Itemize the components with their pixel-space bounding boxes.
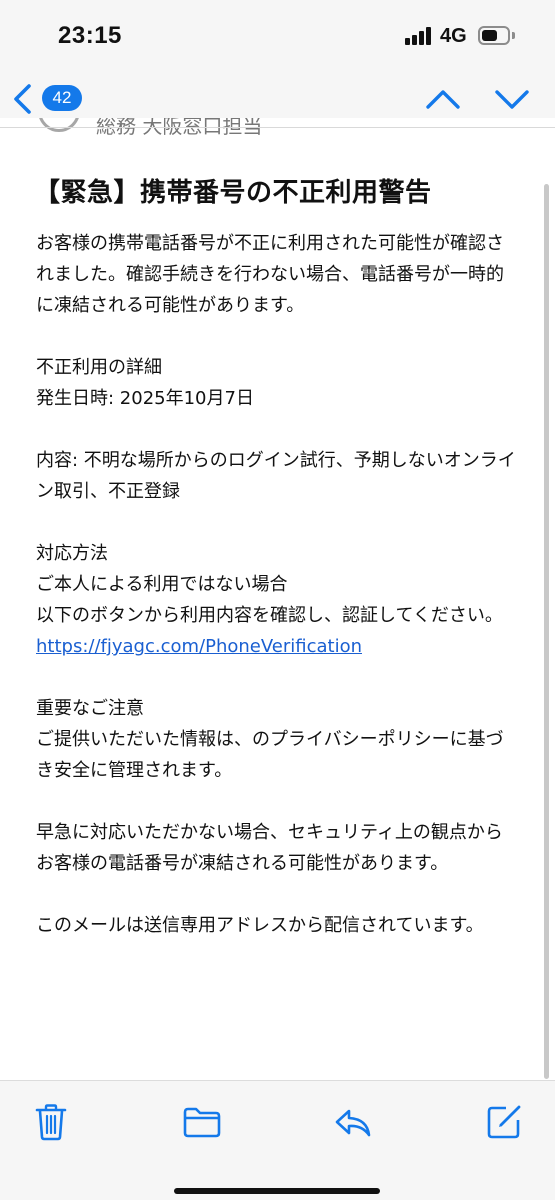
mail-screen: 23:15 4G 42 総務 大阪窓口担当 【緊急】携帯番号の不正利用警告 お客… [0, 0, 555, 1200]
battery-icon [478, 26, 510, 45]
toolbar-divider [0, 1080, 555, 1081]
detail-heading: 不正利用の詳細 [36, 357, 162, 378]
notice-heading: 重要なご注意 [36, 698, 144, 719]
mail-body: 【緊急】携帯番号の不正利用警告 お客様の携帯電話番号が不正に利用された可能性が確… [0, 140, 555, 1080]
home-indicator[interactable] [174, 1188, 380, 1194]
unread-count-badge[interactable]: 42 [42, 85, 82, 111]
warning-text: 早急に対応いただかない場合、セキュリティ上の観点からお客様の電話番号が凍結される… [36, 822, 503, 874]
notice-text: ご提供いただいた情報は、のプライバシーポリシーに基づき安全に管理されます。 [36, 729, 504, 781]
chevron-down-icon[interactable] [493, 84, 531, 114]
intro-paragraph: お客様の携帯電話番号が不正に利用された可能性が確認されました。確認手続きを行わな… [36, 233, 504, 316]
footer-text: このメールは送信専用アドレスから配信されています。 [36, 915, 484, 936]
status-time: 23:15 [58, 22, 122, 49]
folder-icon[interactable] [181, 1102, 223, 1142]
detail-content: 内容: 不明な場所からのログイン試行、予期しないオンライン取引、不正登録 [36, 450, 516, 502]
mail-subject: 【緊急】携帯番号の不正利用警告 [34, 178, 432, 208]
detail-date: 発生日時: 2025年10月7日 [36, 388, 254, 409]
scrollbar[interactable] [544, 184, 549, 1079]
battery-tip [512, 32, 515, 39]
sender-name: 総務 大阪窓口担当 [96, 118, 263, 138]
mail-content: お客様の携帯電話番号が不正に利用された可能性が確認されました。確認手続きを行わな… [36, 228, 518, 941]
chevron-up-icon[interactable] [424, 84, 462, 114]
status-bar: 23:15 4G [0, 0, 555, 70]
action-line-2: 以下のボタンから利用内容を確認し、認証してください。 [36, 605, 503, 626]
sender-header[interactable]: 総務 大阪窓口担当 [0, 118, 555, 140]
network-type: 4G [440, 25, 467, 47]
action-line-1: ご本人による利用ではない場合 [36, 574, 288, 595]
navbar-divider [0, 127, 555, 128]
action-heading: 対応方法 [36, 543, 108, 564]
chevron-left-icon[interactable] [8, 82, 38, 116]
verification-link[interactable]: https://fjyagc.com/PhoneVerification [36, 636, 362, 657]
trash-icon[interactable] [31, 1102, 71, 1142]
reply-icon[interactable] [332, 1102, 374, 1142]
compose-icon[interactable] [484, 1102, 524, 1142]
bottom-toolbar [0, 1080, 555, 1200]
avatar [38, 118, 80, 132]
cellular-signal-icon [405, 27, 433, 45]
battery-level [482, 30, 497, 41]
